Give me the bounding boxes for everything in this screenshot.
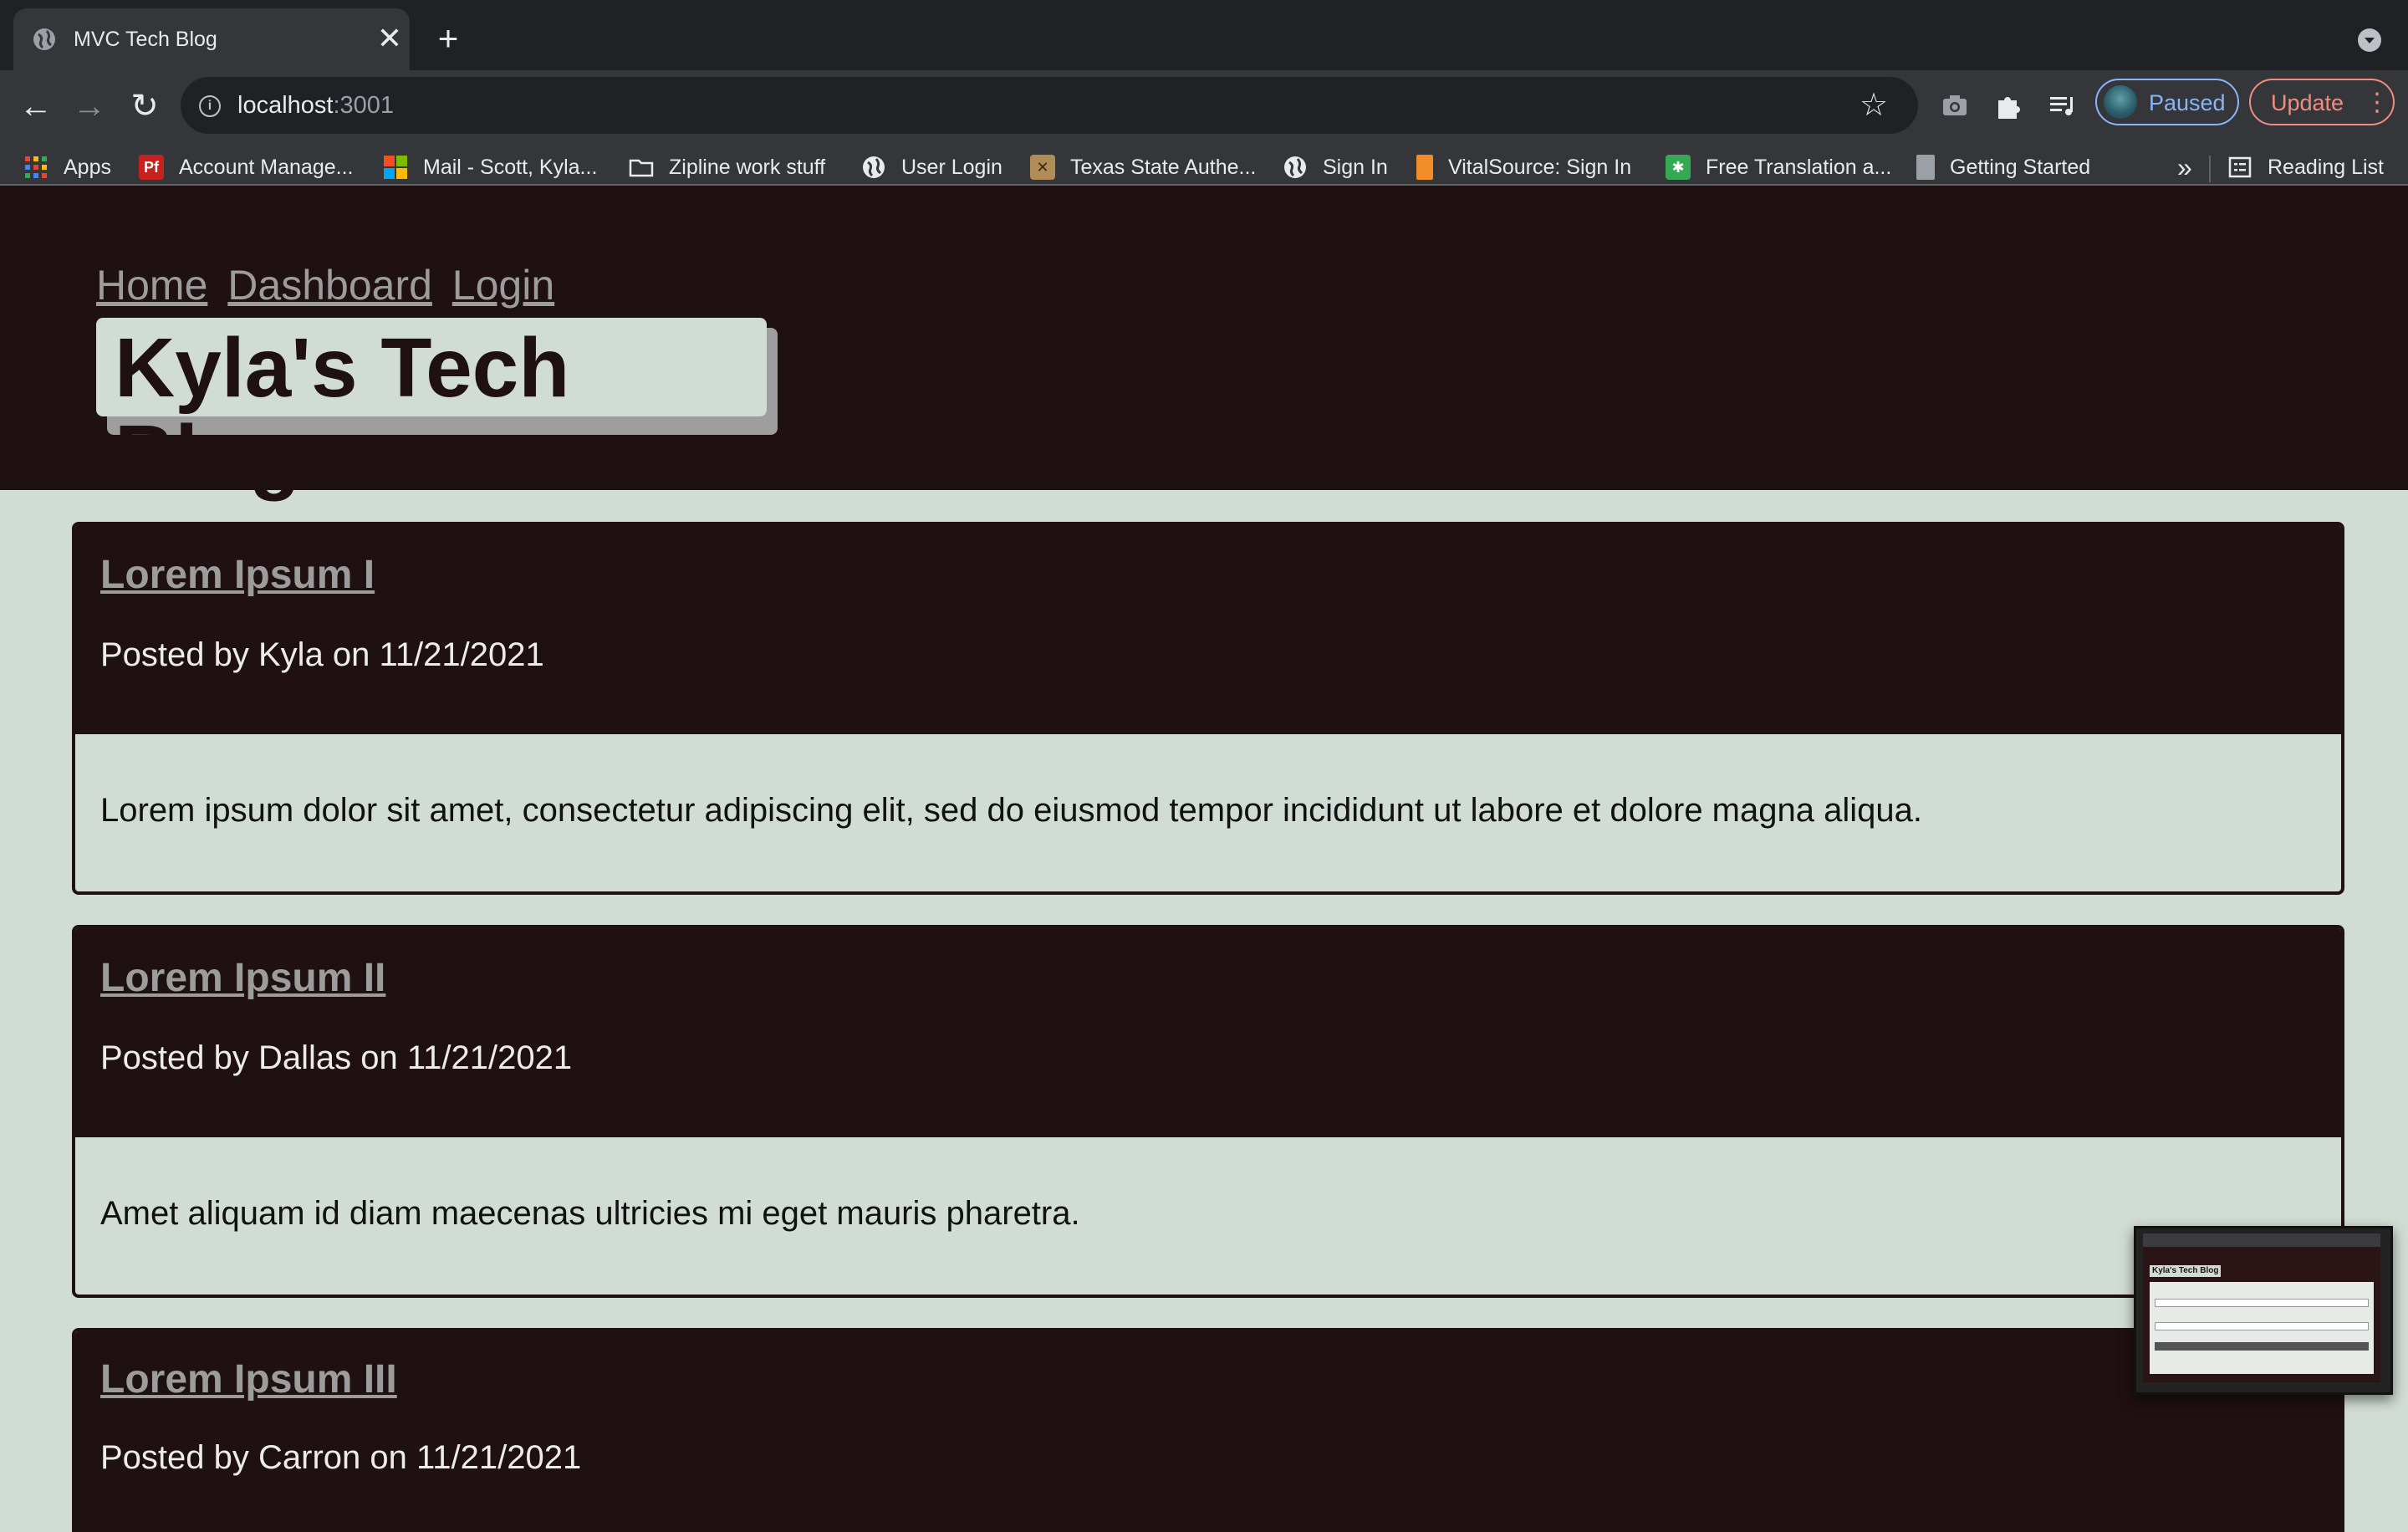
bookmark-label: Zipline work stuff <box>669 155 826 179</box>
bookmark-label: Texas State Authe... <box>1070 155 1257 179</box>
bookmark-label: VitalSource: Sign In <box>1448 155 1632 179</box>
thumbnail-field <box>2155 1322 2369 1330</box>
nav-link-home[interactable]: Home <box>96 262 207 309</box>
profile-status-label: Paused <box>2149 90 2226 115</box>
post-card: Lorem Ipsum II Posted by Dallas on 11/21… <box>72 925 2344 1298</box>
brand-box: Kyla's Tech Blog <box>96 318 767 498</box>
post-meta: Posted by Carron on 11/21/2021 <box>100 1439 582 1476</box>
tab-search-icon[interactable] <box>2358 28 2381 52</box>
back-arrow-icon[interactable]: ← <box>15 85 57 127</box>
post-header: Lorem Ipsum III Posted by Carron on 11/2… <box>75 1331 2341 1532</box>
thumbnail-preview: Kyla's Tech Blog <box>2143 1233 2380 1382</box>
apps-grid-icon <box>25 156 47 178</box>
bookmark-apps[interactable]: Apps <box>23 152 111 182</box>
update-button[interactable]: Update ⋮ <box>2249 79 2395 125</box>
nav-link-login[interactable]: Login <box>452 262 554 309</box>
avatar <box>2104 85 2137 119</box>
bookmark-label: Account Manage... <box>179 155 354 179</box>
globe-icon <box>863 156 885 178</box>
site-info-icon[interactable]: i <box>199 95 221 117</box>
forward-arrow-icon[interactable]: → <box>69 85 110 127</box>
pf-icon: Pf <box>139 155 164 180</box>
bookmark-star-icon[interactable]: ☆ <box>1860 89 1888 122</box>
texas-state-icon: ✕ <box>1030 155 1055 180</box>
bookmark-vitalsource[interactable]: VitalSource: Sign In <box>1416 152 1631 182</box>
thumbnail-form <box>2150 1282 2374 1374</box>
thumbnail-field <box>2155 1299 2369 1307</box>
post-title: Lorem Ipsum III <box>100 1355 397 1405</box>
profile-button[interactable]: Paused <box>2095 79 2239 125</box>
close-tab-icon[interactable]: ✕ <box>375 23 405 54</box>
vitalsource-icon <box>1416 155 1433 180</box>
bookmark-label: Sign In <box>1323 155 1388 179</box>
browser-tab[interactable]: MVC Tech Blog ✕ <box>13 8 410 70</box>
bookmark-user-login[interactable]: User Login <box>861 152 1002 182</box>
bookmark-label: Free Translation a... <box>1706 155 1892 179</box>
bookmark-label: Mail - Scott, Kyla... <box>423 155 598 179</box>
bookmark-free-translation[interactable]: ✱ Free Translation a... <box>1666 152 1891 182</box>
tab-title: MVC Tech Blog <box>74 28 217 51</box>
thumbnail-button <box>2155 1342 2369 1351</box>
post-title: Lorem Ipsum II <box>100 953 385 1003</box>
nav-link-dashboard[interactable]: Dashboard <box>227 262 432 309</box>
post-content: Lorem ipsum dolor sit amet, consectetur … <box>100 792 1922 829</box>
more-menu-icon[interactable]: ⋮ <box>2365 89 2390 117</box>
bookmark-texas-state[interactable]: ✕ Texas State Authe... <box>1030 152 1256 182</box>
reading-list-icon <box>2228 156 2252 178</box>
post-card: Lorem Ipsum III Posted by Carron on 11/2… <box>72 1328 2344 1532</box>
thumbnail-brand: Kyla's Tech Blog <box>2150 1265 2222 1277</box>
bookmark-zipline-folder[interactable]: Zipline work stuff <box>629 152 825 182</box>
url-text[interactable]: localhost:3001 <box>237 90 394 120</box>
reading-list-button[interactable]: Reading List <box>2227 152 2384 182</box>
thumbnail-browser-bar <box>2143 1233 2380 1247</box>
reload-icon[interactable]: ↻ <box>124 85 166 127</box>
url-port: :3001 <box>333 92 395 119</box>
bookmark-label: Apps <box>64 155 111 179</box>
post-meta: Posted by Dallas on 11/21/2021 <box>100 1039 573 1076</box>
post-title-link[interactable]: Lorem Ipsum II <box>100 956 385 1000</box>
bookmarks-divider <box>2209 156 2211 182</box>
bookmark-label: User Login <box>901 155 1002 179</box>
address-bar[interactable]: i localhost:3001 ☆ <box>181 77 1918 134</box>
globe-icon <box>1284 156 1306 178</box>
post-body: Amet aliquam id diam maecenas ultricies … <box>75 1137 2341 1295</box>
bookmark-getting-started[interactable]: Getting Started <box>1916 152 2090 182</box>
microsoft-icon <box>384 156 407 179</box>
reading-list-label: Reading List <box>2268 155 2384 179</box>
browser-toolbar: ← → ↻ i localhost:3001 ☆ Paused Update ⋮ <box>0 70 2408 197</box>
bookmark-mail[interactable]: Mail - Scott, Kyla... <box>383 152 597 182</box>
bookmarks-overflow-chevron-icon[interactable]: » <box>2177 152 2192 182</box>
new-tab-button[interactable]: + <box>431 21 465 56</box>
post-title-link[interactable]: Lorem Ipsum I <box>100 553 375 597</box>
post-title: Lorem Ipsum I <box>100 550 375 600</box>
camera-icon[interactable] <box>1936 87 1973 124</box>
screenshot-thumbnail[interactable]: Kyla's Tech Blog <box>2134 1226 2393 1395</box>
post-body: Lorem ipsum dolor sit amet, consectetur … <box>75 734 2341 891</box>
post-content: Amet aliquam id diam maecenas ultricies … <box>100 1195 1080 1232</box>
folder-icon <box>629 159 654 177</box>
page-title: Kyla's Tech Blog <box>115 321 570 502</box>
post-header: Lorem Ipsum II Posted by Dallas on 11/21… <box>75 928 2341 1137</box>
extensions-puzzle-icon[interactable] <box>1990 87 2027 124</box>
site-header: Home Dashboard Login Kyla's Tech Blog <box>0 186 2408 498</box>
post-header: Lorem Ipsum I Posted by Kyla on 11/21/20… <box>75 525 2341 734</box>
bookmark-sign-in[interactable]: Sign In <box>1283 152 1388 182</box>
translation-icon: ✱ <box>1666 155 1691 180</box>
update-label: Update <box>2271 90 2344 115</box>
media-queue-icon[interactable] <box>2043 87 2080 124</box>
bookmark-label: Getting Started <box>1950 155 2091 179</box>
post-meta: Posted by Kyla on 11/21/2021 <box>100 636 544 673</box>
tab-strip: MVC Tech Blog ✕ + <box>0 0 2408 70</box>
page-icon <box>1916 155 1935 180</box>
bookmark-account-manage[interactable]: Pf Account Manage... <box>139 152 353 182</box>
post-title-link[interactable]: Lorem Ipsum III <box>100 1357 397 1402</box>
site-nav: Home Dashboard Login <box>96 259 563 311</box>
globe-icon <box>33 28 55 50</box>
post-card: Lorem Ipsum I Posted by Kyla on 11/21/20… <box>72 522 2344 895</box>
